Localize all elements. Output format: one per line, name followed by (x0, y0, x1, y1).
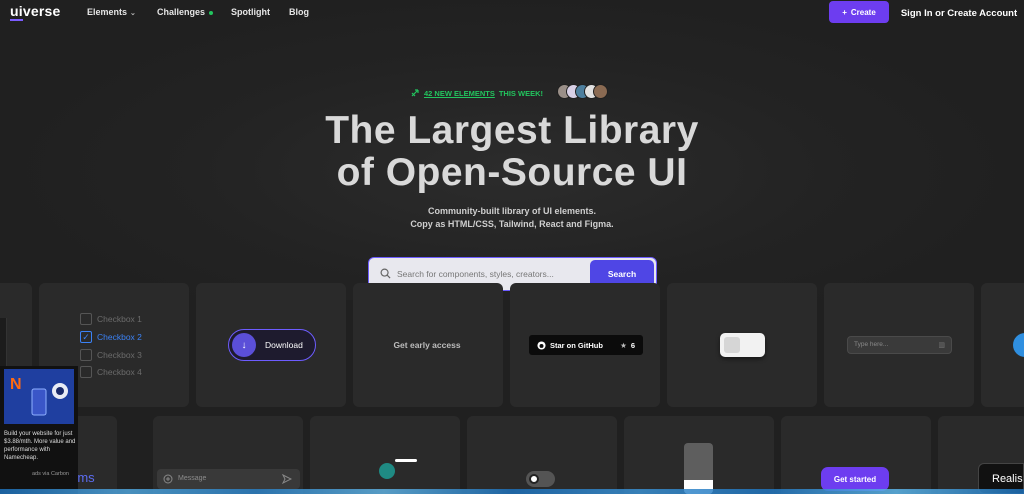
checkbox[interactable]: ✓ (80, 331, 92, 343)
chevron-down-icon: ⌄ (130, 10, 136, 17)
download-button[interactable]: ↓ Download (228, 329, 316, 361)
github-star-button[interactable]: Star on GitHub ★ 6 (529, 335, 643, 355)
astronaut-illustration: N (4, 369, 74, 424)
send-icon[interactable] (282, 474, 292, 484)
checkbox[interactable] (80, 366, 92, 378)
nav-challenges[interactable]: Challenges (157, 7, 214, 17)
plus-icon: + (842, 7, 847, 17)
checkbox-item[interactable]: Checkbox 4 (80, 366, 142, 378)
checkbox[interactable] (80, 349, 92, 361)
contributor-avatars (557, 84, 617, 100)
hero-subtitle-line1: Community-built library of UI elements. (427, 206, 597, 216)
top-nav: uiverse Elements ⌄ Challenges Spotlight B… (0, 0, 1024, 26)
switch-knob (529, 474, 539, 484)
switch-toggle[interactable] (526, 471, 555, 487)
signin-button[interactable]: Sign In or Create Account (898, 3, 1020, 23)
rocket-icon (411, 89, 419, 97)
partial-element (0, 318, 7, 366)
toggle-knob (724, 337, 740, 353)
type-here-input[interactable]: Type here... ▥ (847, 336, 952, 354)
star-count: 6 (630, 340, 635, 350)
hero-subtitle-line2: Copy as HTML/CSS, Tailwind, React and Fi… (410, 219, 614, 229)
checkbox[interactable] (80, 313, 92, 325)
get-started-button[interactable]: Get started (821, 467, 889, 491)
star-icon: ★ (620, 340, 627, 350)
mic-icon: ▥ (938, 342, 945, 349)
message-input[interactable]: Message (157, 469, 300, 489)
avatar (593, 84, 608, 99)
new-elements-badge[interactable]: 42 NEW ELEMENTS THIS WEEK! (410, 86, 543, 100)
create-button[interactable]: + Create (829, 1, 889, 23)
arrow-down-icon: ↓ (232, 333, 256, 357)
checkbox-item-checked[interactable]: ✓ Checkbox 2 (80, 331, 142, 343)
checkbox-item[interactable]: Checkbox 3 (80, 349, 142, 361)
hero-title-line2: of Open-Source UI (336, 151, 688, 194)
nav-elements[interactable]: Elements ⌄ (87, 7, 136, 17)
toggle-switch[interactable] (720, 333, 765, 357)
checkbox-item[interactable]: Checkbox 1 (80, 313, 142, 325)
ad-footer: ads via Carbon (32, 471, 69, 477)
search-input[interactable]: Search for components, styles, creators.… (397, 269, 554, 279)
early-access-text[interactable]: Get early access (352, 340, 502, 350)
plus-circle-icon (163, 474, 173, 484)
loader-line (395, 459, 417, 462)
carbon-ad[interactable]: N Build your website for just $3.88/mth.… (0, 366, 78, 494)
nav-spotlight[interactable]: Spotlight (231, 7, 270, 17)
vertical-slider[interactable] (684, 443, 713, 494)
hero-title-line1: The Largest Library (325, 109, 699, 152)
uiverse-logo[interactable]: uiverse (10, 3, 60, 21)
loader-dot (379, 463, 395, 479)
github-icon (537, 340, 546, 350)
element-card-loader[interactable] (310, 416, 460, 494)
svg-text:N: N (10, 376, 22, 393)
nav-blog[interactable]: Blog (289, 7, 309, 17)
decorative-strip (0, 489, 1024, 494)
ad-text: Build your website for just $3.88/mth. M… (4, 431, 76, 461)
search-icon (380, 268, 391, 279)
status-dot-icon (209, 10, 214, 15)
namecheap-ad-image: N (4, 369, 74, 424)
